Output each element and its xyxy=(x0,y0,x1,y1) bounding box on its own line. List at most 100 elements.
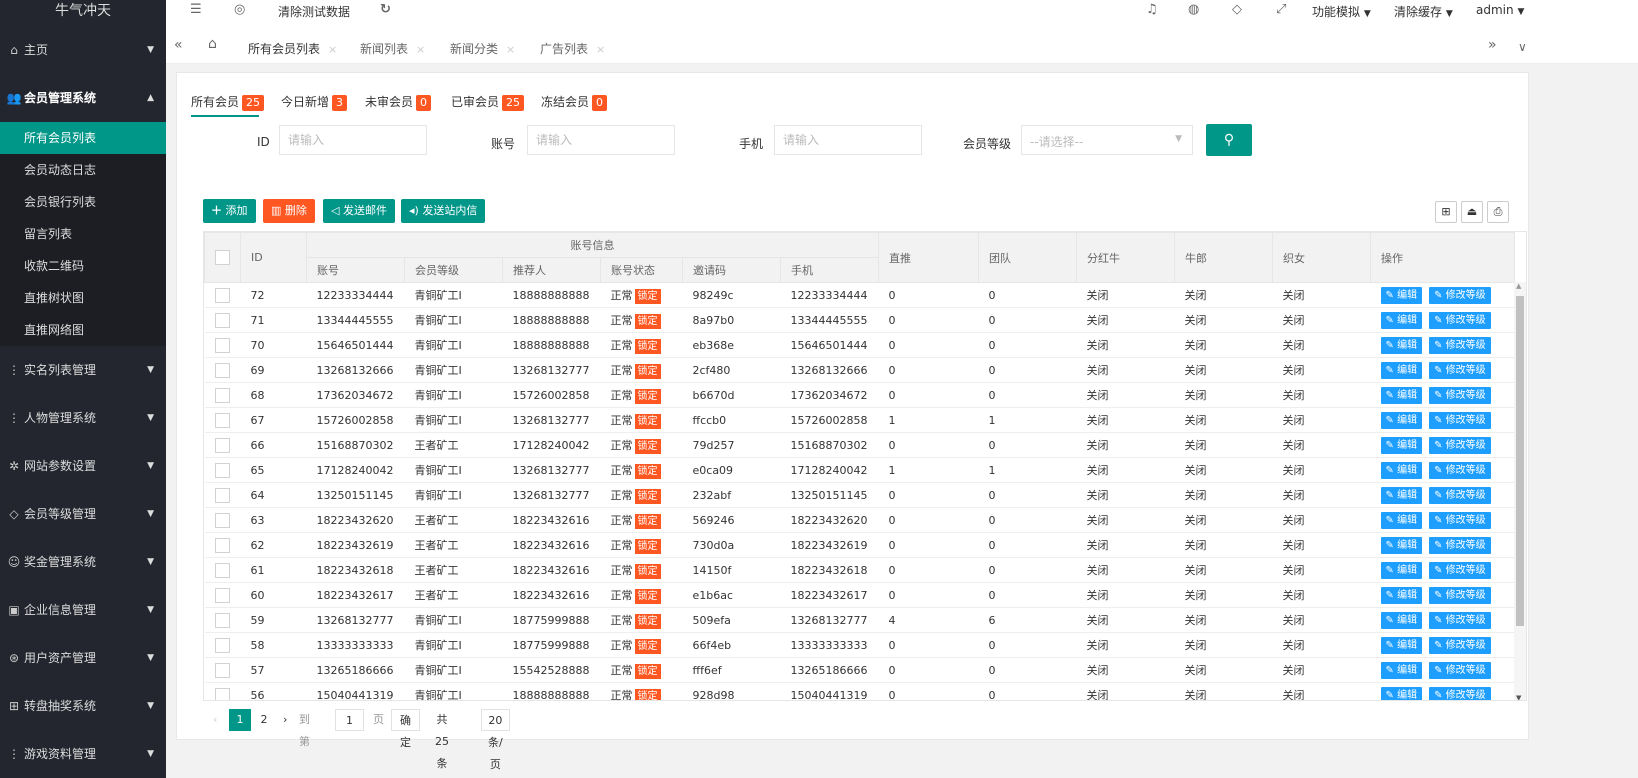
scroll-down-icon[interactable]: ▼ xyxy=(1516,694,1521,700)
table-row[interactable]: 59 13268132777 青铜矿工I 18775999888 正常 锁定 509efa 1… xyxy=(204,607,1515,633)
level-select[interactable]: --请选择-- ▼ xyxy=(1021,125,1193,155)
edit-level-button[interactable]: ✎ 修改等级 xyxy=(1429,336,1491,354)
row-checkbox[interactable] xyxy=(214,437,230,453)
lock-badge[interactable]: 锁定 xyxy=(634,638,661,654)
tab-news-category[interactable]: 新闻分类 × xyxy=(450,40,515,57)
table-row[interactable]: 57 13265186666 青铜矿工I 15542528888 正常 锁定 fff6ef 1… xyxy=(204,657,1515,683)
lock-badge[interactable]: 锁定 xyxy=(634,413,661,429)
table-row[interactable]: 61 18223432618 王者矿工 18223432616 正常 锁定 14150f 18… xyxy=(204,557,1515,583)
table-row[interactable]: 58 13333333333 青铜矿工I 18775999888 正常 锁定 66f4eb 1… xyxy=(204,632,1515,658)
edit-level-button[interactable]: ✎ 修改等级 xyxy=(1429,436,1491,454)
edit-button[interactable]: ✎ 编辑 xyxy=(1380,286,1423,304)
row-checkbox[interactable] xyxy=(214,612,230,628)
row-checkbox[interactable] xyxy=(214,287,230,303)
lock-badge[interactable]: 锁定 xyxy=(634,438,661,454)
nav-people[interactable]: ⋮ 人物管理系统 ▼ xyxy=(0,394,166,442)
status-tab-today[interactable]: 今日新增 3 xyxy=(281,93,348,111)
table-row[interactable]: 56 15040441319 青铜矿工I 18888888888 正常 锁定 928d98 1… xyxy=(204,682,1515,700)
edit-button[interactable]: ✎ 编辑 xyxy=(1380,661,1423,679)
select-all-checkbox[interactable] xyxy=(215,250,230,265)
row-checkbox[interactable] xyxy=(214,587,230,603)
edit-level-button[interactable]: ✎ 修改等级 xyxy=(1429,561,1491,579)
tabs-prev-icon[interactable]: « xyxy=(174,37,183,53)
close-icon[interactable]: × xyxy=(416,43,425,56)
edit-button[interactable]: ✎ 编辑 xyxy=(1380,536,1423,554)
home-tab-icon[interactable]: ⌂ xyxy=(208,36,217,52)
table-row[interactable]: 72 12233334444 青铜矿工I 18888888888 正常 锁定 98249c 1… xyxy=(204,282,1515,308)
lock-badge[interactable]: 锁定 xyxy=(634,613,661,629)
edit-button[interactable]: ✎ 编辑 xyxy=(1380,561,1423,579)
row-checkbox[interactable] xyxy=(214,537,230,553)
row-checkbox[interactable] xyxy=(214,337,230,353)
lock-badge[interactable]: 锁定 xyxy=(634,388,661,404)
table-row[interactable]: 71 13344445555 青铜矿工I 18888888888 正常 锁定 8a97b0 1… xyxy=(204,307,1515,333)
edit-button[interactable]: ✎ 编辑 xyxy=(1380,361,1423,379)
lock-badge[interactable]: 锁定 xyxy=(634,663,661,679)
table-row[interactable]: 65 17128240042 青铜矿工I 13268132777 正常 锁定 e0ca09 1… xyxy=(204,457,1515,483)
nav-lottery[interactable]: ⊞ 转盘抽奖系统 ▼ xyxy=(0,682,166,730)
prev-page-icon[interactable]: ‹ xyxy=(213,709,217,731)
edit-level-button[interactable]: ✎ 修改等级 xyxy=(1429,361,1491,379)
export-icon[interactable]: ⏏ xyxy=(1461,201,1483,223)
row-checkbox[interactable] xyxy=(214,412,230,428)
edit-button[interactable]: ✎ 编辑 xyxy=(1380,461,1423,479)
row-checkbox[interactable] xyxy=(214,637,230,653)
tabs-next-icon[interactable]: » xyxy=(1488,37,1497,53)
nav-member-system[interactable]: 👥 会员管理系统 ▲ xyxy=(0,74,166,122)
tab-news-list[interactable]: 新闻列表 × xyxy=(360,40,425,57)
row-checkbox[interactable] xyxy=(214,512,230,528)
lock-badge[interactable]: 锁定 xyxy=(634,538,661,554)
edit-level-button[interactable]: ✎ 修改等级 xyxy=(1429,536,1491,554)
nav-game[interactable]: ⋮ 游戏资料管理 ▼ xyxy=(0,730,166,778)
row-checkbox[interactable] xyxy=(214,687,230,700)
nav-realname[interactable]: ⋮ 实名列表管理 ▼ xyxy=(0,346,166,394)
menu-toggle-icon[interactable]: ☰ xyxy=(190,2,202,17)
tag-icon[interactable]: ◇ xyxy=(1232,2,1242,17)
edit-button[interactable]: ✎ 编辑 xyxy=(1380,686,1423,700)
sidebar-item-network[interactable]: 直推网络图 xyxy=(0,314,166,346)
status-tab-reviewed[interactable]: 已审会员 25 xyxy=(451,93,525,111)
edit-button[interactable]: ✎ 编辑 xyxy=(1380,311,1423,329)
search-button[interactable]: ⚲ xyxy=(1206,124,1252,156)
account-input[interactable] xyxy=(527,125,675,155)
row-checkbox[interactable] xyxy=(214,362,230,378)
lock-badge[interactable]: 锁定 xyxy=(634,363,661,379)
table-scrollbar[interactable]: ▲ ▼ xyxy=(1514,282,1526,700)
edit-button[interactable]: ✎ 编辑 xyxy=(1380,436,1423,454)
bell-icon[interactable]: ♫ xyxy=(1146,2,1158,17)
scrollbar-thumb[interactable] xyxy=(1516,296,1524,626)
row-checkbox[interactable] xyxy=(214,562,230,578)
table-row[interactable]: 63 18223432620 王者矿工 18223432616 正常 锁定 569246 18… xyxy=(204,507,1515,533)
page-2[interactable]: 2 xyxy=(257,709,271,731)
close-icon[interactable]: × xyxy=(596,43,605,56)
edit-level-button[interactable]: ✎ 修改等级 xyxy=(1429,661,1491,679)
page-1[interactable]: 1 xyxy=(229,709,251,731)
user-menu[interactable]: admin ▼ xyxy=(1476,3,1524,17)
edit-level-button[interactable]: ✎ 修改等级 xyxy=(1429,586,1491,604)
close-icon[interactable]: × xyxy=(506,43,515,56)
send-mail-button[interactable]: ◁ 发送邮件 xyxy=(323,199,395,223)
page-confirm-button[interactable]: 确定 xyxy=(391,709,420,749)
edit-level-button[interactable]: ✎ 修改等级 xyxy=(1429,461,1491,479)
sidebar-item-qrcode[interactable]: 收款二维码 xyxy=(0,250,166,282)
nav-member-levels[interactable]: ◇ 会员等级管理 ▼ xyxy=(0,490,166,538)
lock-badge[interactable]: 锁定 xyxy=(634,588,661,604)
phone-input[interactable] xyxy=(774,125,922,155)
lock-badge[interactable]: 锁定 xyxy=(634,563,661,579)
row-checkbox[interactable] xyxy=(214,312,230,328)
page-jump-input[interactable]: 1 xyxy=(335,709,364,731)
status-tab-all[interactable]: 所有会员 25 xyxy=(191,93,265,111)
lock-badge[interactable]: 锁定 xyxy=(634,463,661,479)
send-msg-button[interactable]: ◂) 发送站内信 xyxy=(401,199,486,223)
edit-level-button[interactable]: ✎ 修改等级 xyxy=(1429,636,1491,654)
lock-badge[interactable]: 锁定 xyxy=(634,313,661,329)
clear-cache-menu[interactable]: 清除缓存 ▼ xyxy=(1394,3,1453,20)
nav-bonus[interactable]: ☺ 奖金管理系统 ▼ xyxy=(0,538,166,586)
row-checkbox[interactable] xyxy=(214,487,230,503)
edit-button[interactable]: ✎ 编辑 xyxy=(1380,586,1423,604)
row-checkbox[interactable] xyxy=(214,462,230,478)
tab-all-members[interactable]: 所有会员列表 × xyxy=(248,40,337,57)
row-checkbox[interactable] xyxy=(214,662,230,678)
lock-badge[interactable]: 锁定 xyxy=(634,338,661,354)
columns-icon[interactable]: ⊞ xyxy=(1435,201,1457,223)
